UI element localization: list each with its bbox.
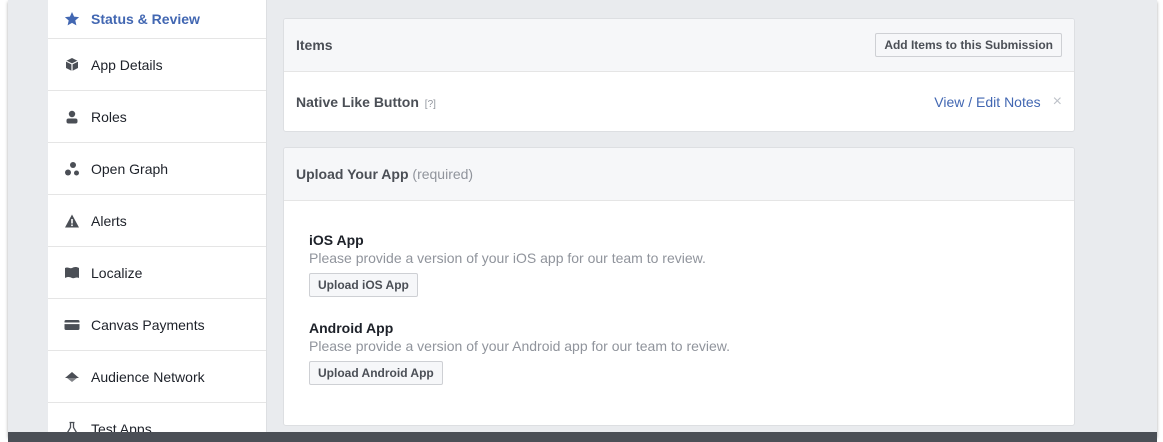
required-note: (required): [412, 166, 474, 182]
sidebar-item-audience-network[interactable]: Audience Network: [48, 351, 266, 403]
sidebar-item-label: App Details: [91, 56, 163, 73]
sidebar-item-canvas-payments[interactable]: Canvas Payments: [48, 299, 266, 351]
sidebar: Status & Review App Details Roles Open G…: [48, 0, 267, 436]
items-panel-title: Items: [296, 37, 333, 53]
list-item: Native Like Button [?] View / Edit Notes…: [284, 72, 1074, 131]
upload-panel-header: Upload Your App (required): [284, 148, 1074, 201]
items-panel: Items Add Items to this Submission Nativ…: [283, 18, 1075, 132]
sidebar-item-open-graph[interactable]: Open Graph: [48, 143, 266, 195]
upload-panel: Upload Your App (required) iOS App Pleas…: [283, 147, 1075, 426]
close-icon[interactable]: ×: [1053, 93, 1062, 111]
sidebar-item-label: Localize: [91, 264, 143, 281]
sidebar-item-label: Open Graph: [91, 160, 169, 177]
sidebar-item-label: Audience Network: [91, 368, 205, 385]
sidebar-item-label: Canvas Payments: [91, 316, 205, 333]
sidebar-item-app-details[interactable]: App Details: [48, 39, 266, 91]
cube-icon: [63, 57, 81, 73]
help-icon[interactable]: [?]: [425, 99, 436, 110]
graph-icon: [63, 161, 81, 177]
upload-panel-title: Upload Your App: [296, 166, 409, 182]
item-name: Native Like Button: [296, 94, 419, 110]
ios-app-block: iOS App Please provide a version of your…: [309, 231, 1074, 297]
add-items-button[interactable]: Add Items to this Submission: [875, 33, 1062, 57]
upload-android-app-button[interactable]: Upload Android App: [309, 361, 443, 385]
android-app-description: Please provide a version of your Android…: [309, 338, 731, 354]
app-window: Status & Review App Details Roles Open G…: [8, 0, 1157, 436]
sidebar-item-label: Roles: [91, 108, 127, 125]
sidebar-item-label: Alerts: [91, 212, 127, 229]
megaphone-icon: [63, 369, 81, 385]
android-app-block: Android App Please provide a version of …: [309, 319, 1074, 385]
person-icon: [63, 109, 81, 125]
card-icon: [63, 317, 81, 333]
upload-body: iOS App Please provide a version of your…: [284, 201, 1074, 385]
flag-icon: [63, 265, 81, 281]
star-icon: [63, 11, 81, 27]
items-panel-header: Items Add Items to this Submission: [284, 19, 1074, 72]
upload-ios-app-button[interactable]: Upload iOS App: [309, 273, 418, 297]
sidebar-item-alerts[interactable]: Alerts: [48, 195, 266, 247]
bottom-edge: [8, 432, 1157, 442]
sidebar-item-status-review[interactable]: Status & Review: [48, 0, 266, 39]
sidebar-item-label: Status & Review: [91, 11, 200, 27]
sidebar-item-roles[interactable]: Roles: [48, 91, 266, 143]
ios-app-title: iOS App: [309, 232, 364, 248]
warning-icon: [63, 213, 81, 229]
ios-app-description: Please provide a version of your iOS app…: [309, 250, 706, 266]
sidebar-item-localize[interactable]: Localize: [48, 247, 266, 299]
android-app-title: Android App: [309, 320, 394, 336]
view-edit-notes-link[interactable]: View / Edit Notes: [934, 94, 1040, 110]
